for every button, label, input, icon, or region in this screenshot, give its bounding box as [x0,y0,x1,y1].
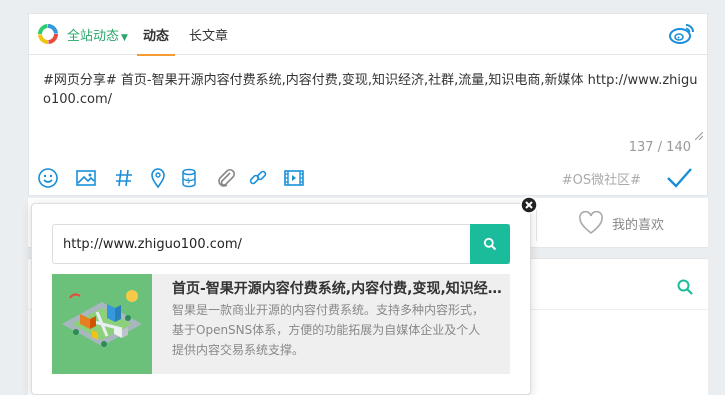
char-counter: 137 / 140 [628,140,691,155]
post-composer: 全站动态 ▼ 动态 长文章 #网页分享# 首页-智果开源内容付费系统,内容付费,变… [28,13,708,196]
coins-icon[interactable]: $ [179,167,201,189]
tab-dongtai[interactable]: 动态 [136,25,176,56]
url-search-button[interactable] [470,224,510,264]
scope-dropdown[interactable]: 全站动态 ▼ [67,25,128,44]
resize-handle-icon[interactable] [695,132,703,140]
my-likes-button[interactable]: 我的喜欢 [578,210,664,236]
composer-tabs: 全站动态 ▼ 动态 长文章 [29,14,707,56]
location-icon[interactable] [147,167,169,189]
tab-long-article[interactable]: 长文章 [189,25,228,44]
link-preview-card[interactable]: 首页-智果开源内容付费系统,内容付费,变现,知识经济,社群,流量,知识电商,新媒… [52,274,510,374]
topic-tag[interactable]: #OS微社区# [562,169,641,188]
heart-icon [579,211,603,235]
search-icon[interactable] [676,278,694,296]
link-preview-description: 智果是一款商业开源的内容付费系统。支持多种内容形式，基于OpenSNS体系，方便… [172,303,485,357]
link-icon[interactable] [247,167,269,189]
svg-text:$: $ [186,177,190,185]
post-textarea[interactable]: #网页分享# 首页-智果开源内容付费系统,内容付费,变现,知识经济,社群,流量,… [43,71,698,109]
hashtag-icon[interactable] [113,167,135,189]
scope-label: 全站动态 [67,29,120,44]
chevron-down-icon: ▼ [121,33,128,43]
url-field[interactable] [52,224,510,264]
link-preview-title: 首页-智果开源内容付费系统,内容付费,变现,知识经济,社群,流量,知识电商,新媒… [172,281,502,297]
send-check-icon[interactable] [665,163,693,191]
smile-icon[interactable] [37,167,59,189]
site-logo-icon [38,24,58,44]
search-icon [483,237,497,251]
attachment-icon[interactable] [215,167,237,189]
link-thumbnail [52,274,152,374]
weibo-icon[interactable] [669,22,695,44]
my-likes-label: 我的喜欢 [612,217,665,233]
url-input[interactable] [63,225,463,263]
video-icon[interactable] [283,167,305,189]
close-icon[interactable] [520,196,538,214]
image-icon[interactable] [75,167,97,189]
